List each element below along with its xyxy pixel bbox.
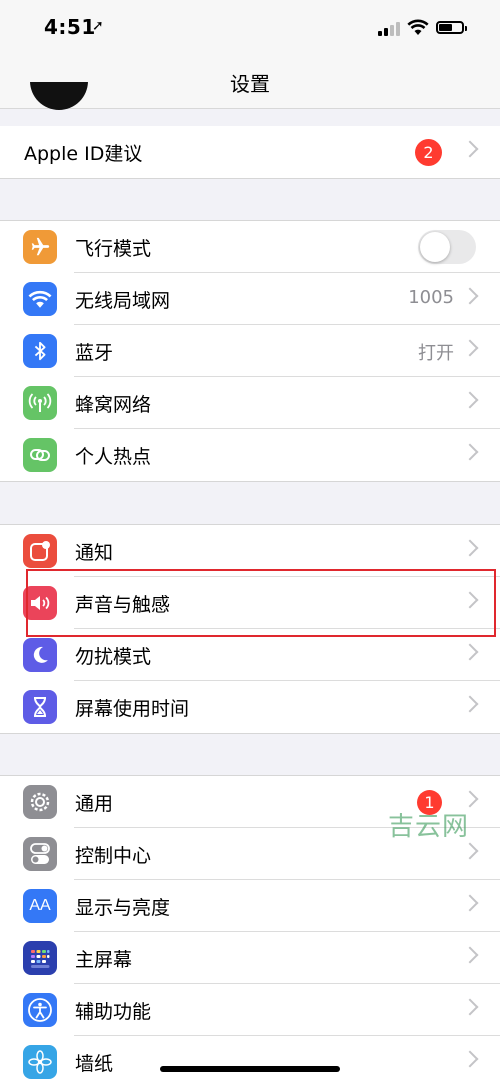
row-label: 墙纸 bbox=[75, 1053, 114, 1075]
hourglass-icon bbox=[23, 690, 57, 724]
row-label: 蓝牙 bbox=[75, 342, 114, 364]
airplane-icon bbox=[23, 230, 57, 264]
row-label: 飞行模式 bbox=[75, 238, 152, 260]
cellular-antenna-icon bbox=[23, 386, 57, 420]
chevron-right-icon bbox=[461, 1050, 479, 1068]
toggles-icon bbox=[23, 837, 57, 871]
status-time: 4:51 bbox=[44, 15, 96, 39]
cellular-signal-icon bbox=[378, 22, 404, 36]
settings-row-screen-time[interactable]: 屏幕使用时间 bbox=[0, 681, 500, 733]
moon-icon bbox=[23, 638, 57, 672]
row-label: 屏幕使用时间 bbox=[75, 698, 190, 720]
settings-row-home-screen[interactable]: 主屏幕 bbox=[0, 932, 500, 984]
apple-id-badge: 2 bbox=[415, 139, 442, 166]
text-size-icon: AA bbox=[23, 889, 57, 923]
bluetooth-icon bbox=[23, 334, 57, 368]
chevron-right-icon bbox=[461, 643, 479, 661]
home-grid-icon bbox=[23, 941, 57, 975]
settings-row-cellular[interactable]: 蜂窝网络 bbox=[0, 377, 500, 429]
chevron-right-icon bbox=[461, 539, 479, 557]
hotspot-link-icon bbox=[23, 438, 57, 472]
settings-row-accessibility[interactable]: 辅助功能 bbox=[0, 984, 500, 1036]
chevron-right-icon bbox=[461, 339, 479, 357]
row-label: 主屏幕 bbox=[75, 949, 133, 971]
chevron-right-icon bbox=[461, 287, 479, 305]
settings-row-wifi[interactable]: 无线局域网 1005 bbox=[0, 273, 500, 325]
row-label: 无线局域网 bbox=[75, 290, 171, 312]
wifi-network-value: 1005 bbox=[408, 287, 454, 308]
chevron-right-icon bbox=[461, 140, 479, 158]
settings-row-display-brightness[interactable]: AA 显示与亮度 bbox=[0, 880, 500, 932]
location-arrow-icon: ➚ bbox=[92, 18, 104, 34]
apple-id-suggestions-row[interactable]: Apple ID建议 2 bbox=[0, 126, 500, 178]
avatar[interactable] bbox=[30, 82, 88, 110]
row-label: 个人热点 bbox=[75, 446, 152, 468]
highlight-annotation-box bbox=[26, 569, 496, 637]
settings-row-wallpaper[interactable]: 墙纸 bbox=[0, 1036, 500, 1088]
wifi-icon bbox=[23, 282, 57, 316]
apple-id-group: Apple ID建议 2 bbox=[0, 126, 500, 179]
airplane-mode-toggle[interactable] bbox=[418, 230, 476, 264]
row-label: 通用 bbox=[75, 793, 114, 815]
wifi-status-icon bbox=[407, 19, 429, 35]
apple-id-label: Apple ID建议 bbox=[24, 143, 143, 165]
chevron-right-icon bbox=[461, 946, 479, 964]
bluetooth-value: 打开 bbox=[418, 343, 454, 364]
row-label: 控制中心 bbox=[75, 845, 152, 867]
chevron-right-icon bbox=[461, 391, 479, 409]
home-indicator[interactable] bbox=[160, 1066, 340, 1072]
battery-icon bbox=[436, 21, 467, 34]
row-label: 勿扰模式 bbox=[75, 646, 152, 668]
row-label: 辅助功能 bbox=[75, 1001, 152, 1023]
connectivity-group: 飞行模式 无线局域网 1005 蓝牙 打开 蜂窝网络 个人热点 bbox=[0, 220, 500, 482]
settings-row-airplane-mode[interactable]: 飞行模式 bbox=[0, 221, 500, 273]
chevron-right-icon bbox=[461, 998, 479, 1016]
chevron-right-icon bbox=[461, 790, 479, 808]
row-label: 通知 bbox=[75, 542, 114, 564]
gear-icon bbox=[23, 785, 57, 819]
accessibility-icon bbox=[23, 993, 57, 1027]
status-bar: 4:51 ➚ bbox=[0, 0, 500, 56]
chevron-right-icon bbox=[461, 894, 479, 912]
watermark-text: 吉云网 bbox=[388, 812, 470, 842]
settings-row-personal-hotspot[interactable]: 个人热点 bbox=[0, 429, 500, 481]
chevron-right-icon bbox=[461, 695, 479, 713]
chevron-right-icon bbox=[461, 842, 479, 860]
row-label: 蜂窝网络 bbox=[75, 394, 152, 416]
row-label: 显示与亮度 bbox=[75, 897, 171, 919]
chevron-right-icon bbox=[461, 443, 479, 461]
flower-icon bbox=[23, 1045, 57, 1079]
settings-row-bluetooth[interactable]: 蓝牙 打开 bbox=[0, 325, 500, 377]
notifications-icon bbox=[23, 534, 57, 568]
